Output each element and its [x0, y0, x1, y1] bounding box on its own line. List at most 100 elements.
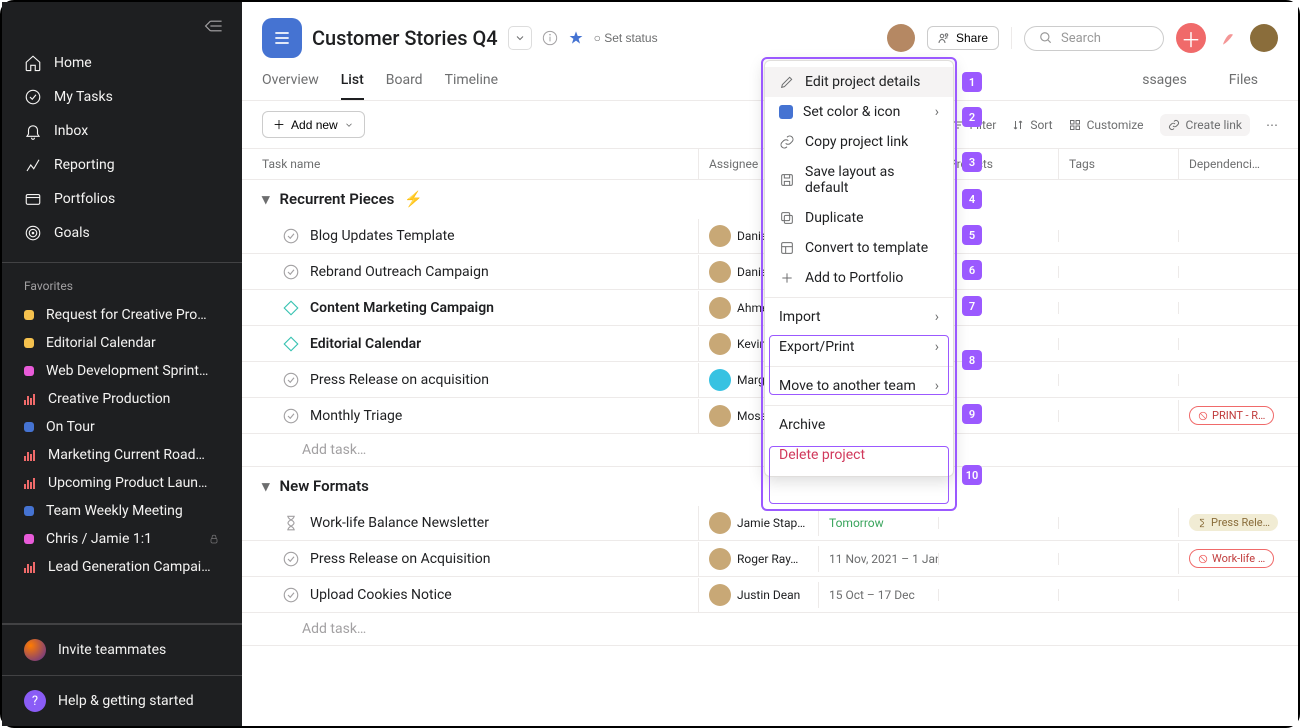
nav-goals[interactable]: Goals: [2, 216, 242, 250]
tags-cell[interactable]: [1058, 589, 1178, 601]
projects-cell[interactable]: [938, 553, 1058, 565]
nav-my-tasks[interactable]: My Tasks: [2, 80, 242, 114]
check-icon[interactable]: [282, 407, 300, 425]
due-date-cell[interactable]: Tomorrow: [818, 510, 938, 536]
collapse-sidebar-icon[interactable]: [202, 18, 222, 34]
menu-convert-to-template[interactable]: Convert to template: [765, 233, 953, 263]
due-date-cell[interactable]: 15 Oct – 17 Dec: [818, 582, 938, 608]
due-date-cell[interactable]: 11 Nov, 2021 – 1 Jan, 2022: [818, 546, 938, 572]
info-icon[interactable]: [542, 30, 558, 46]
project-icon[interactable]: [262, 18, 302, 58]
tags-cell[interactable]: [1058, 517, 1178, 529]
task-row[interactable]: Work-life Balance NewsletterJamie Stap…T…: [242, 505, 1298, 541]
favorite-item[interactable]: Creative Production: [2, 385, 242, 413]
tab-files[interactable]: Files: [1229, 62, 1258, 100]
check-icon[interactable]: [282, 550, 300, 568]
projects-cell[interactable]: [938, 266, 1058, 278]
milestone-icon[interactable]: [282, 299, 300, 317]
task-row[interactable]: Upload Cookies NoticeJustin Dean15 Oct –…: [242, 577, 1298, 613]
favorite-item[interactable]: Lead Generation Campai…: [2, 553, 242, 581]
dependencies-cell[interactable]: [1178, 589, 1298, 601]
check-icon[interactable]: [282, 227, 300, 245]
favorite-item[interactable]: Upcoming Product Laun…: [2, 469, 242, 497]
invite-teammates[interactable]: Invite teammates: [2, 624, 242, 676]
favorite-item[interactable]: On Tour: [2, 413, 242, 441]
menu-edit-project-details[interactable]: Edit project details: [765, 67, 953, 97]
sort-button[interactable]: Sort: [1012, 118, 1052, 132]
help-button[interactable]: ? Help & getting started: [2, 676, 242, 726]
menu-archive[interactable]: Archive: [765, 410, 953, 440]
tab-board[interactable]: Board: [386, 62, 423, 100]
tags-cell[interactable]: [1058, 553, 1178, 565]
set-status-button[interactable]: ○ Set status: [594, 31, 658, 45]
tab-timeline[interactable]: Timeline: [445, 62, 498, 100]
tags-cell[interactable]: [1058, 338, 1178, 350]
projects-cell[interactable]: [938, 338, 1058, 350]
favorite-item[interactable]: Chris / Jamie 1:1: [2, 525, 242, 553]
favorite-item[interactable]: Team Weekly Meeting: [2, 497, 242, 525]
menu-copy-project-link[interactable]: Copy project link: [765, 127, 953, 157]
check-icon[interactable]: [282, 263, 300, 281]
nav-home[interactable]: Home: [2, 46, 242, 80]
tags-cell[interactable]: [1058, 230, 1178, 242]
member-avatar[interactable]: [887, 24, 915, 52]
add-task[interactable]: Add task…: [242, 613, 1298, 646]
user-avatar[interactable]: [1250, 24, 1278, 52]
assignee-cell[interactable]: Jamie Stap…: [698, 506, 818, 540]
menu-set-color-icon[interactable]: Set color & icon›: [765, 97, 953, 127]
tags-cell[interactable]: [1058, 410, 1178, 422]
star-icon[interactable]: [568, 30, 584, 46]
projects-cell[interactable]: [938, 302, 1058, 314]
menu-export-print[interactable]: Export/Print›: [765, 332, 953, 362]
dependencies-cell[interactable]: [1178, 374, 1298, 386]
tab-overview[interactable]: Overview: [262, 62, 319, 100]
column-header[interactable]: Projects: [938, 149, 1058, 179]
menu-duplicate[interactable]: Duplicate: [765, 203, 953, 233]
celebrate-icon[interactable]: [1218, 28, 1238, 48]
tab-list[interactable]: List: [341, 62, 364, 100]
global-add-button[interactable]: ＋: [1176, 23, 1206, 53]
more-button[interactable]: ⋯: [1266, 118, 1278, 132]
menu-save-layout-as-default[interactable]: Save layout as default: [765, 157, 953, 203]
dependencies-cell[interactable]: [1178, 230, 1298, 242]
favorite-item[interactable]: Marketing Current Road…: [2, 441, 242, 469]
tags-cell[interactable]: [1058, 374, 1178, 386]
column-header[interactable]: Dependenci…: [1178, 149, 1298, 179]
menu-delete-project[interactable]: Delete project: [765, 440, 953, 470]
project-dropdown-button[interactable]: [508, 26, 532, 50]
dependency-pill[interactable]: Press Rele…: [1189, 514, 1278, 531]
projects-cell[interactable]: [938, 517, 1058, 529]
favorite-item[interactable]: Web Development Sprint…: [2, 357, 242, 385]
nav-portfolios[interactable]: Portfolios: [2, 182, 242, 216]
projects-cell[interactable]: [938, 230, 1058, 242]
dependencies-cell[interactable]: PRINT - R…: [1178, 400, 1298, 431]
projects-cell[interactable]: [938, 589, 1058, 601]
assignee-cell[interactable]: Justin Dean: [698, 578, 818, 612]
add-new-button[interactable]: ＋ Add new: [262, 111, 365, 138]
dependencies-cell[interactable]: Press Rele…: [1178, 508, 1298, 537]
projects-cell[interactable]: [938, 374, 1058, 386]
share-button[interactable]: Share: [927, 26, 999, 50]
tags-cell[interactable]: [1058, 302, 1178, 314]
check-icon[interactable]: [282, 371, 300, 389]
dependency-pill[interactable]: PRINT - R…: [1189, 406, 1274, 425]
favorite-item[interactable]: Editorial Calendar: [2, 329, 242, 357]
favorite-item[interactable]: Request for Creative Pro…: [2, 301, 242, 329]
nav-inbox[interactable]: Inbox: [2, 114, 242, 148]
tags-cell[interactable]: [1058, 266, 1178, 278]
assignee-cell[interactable]: Roger Ray…: [698, 542, 818, 576]
column-header[interactable]: Task name: [242, 149, 698, 179]
customize-button[interactable]: Customize: [1069, 118, 1144, 132]
projects-cell[interactable]: [938, 410, 1058, 422]
menu-move-to-another-team[interactable]: Move to another team›: [765, 371, 953, 401]
menu-add-to-portfolio[interactable]: Add to Portfolio: [765, 263, 953, 293]
dependency-pill[interactable]: Work-life …: [1189, 549, 1274, 568]
dependencies-cell[interactable]: [1178, 302, 1298, 314]
nav-reporting[interactable]: Reporting: [2, 148, 242, 182]
dependencies-cell[interactable]: Work-life …: [1178, 543, 1298, 574]
tab-ssages[interactable]: ssages: [1142, 62, 1187, 100]
hourglass-icon[interactable]: [282, 514, 300, 532]
create-link-button[interactable]: Create link: [1160, 114, 1250, 136]
check-icon[interactable]: [282, 586, 300, 604]
dependencies-cell[interactable]: [1178, 266, 1298, 278]
